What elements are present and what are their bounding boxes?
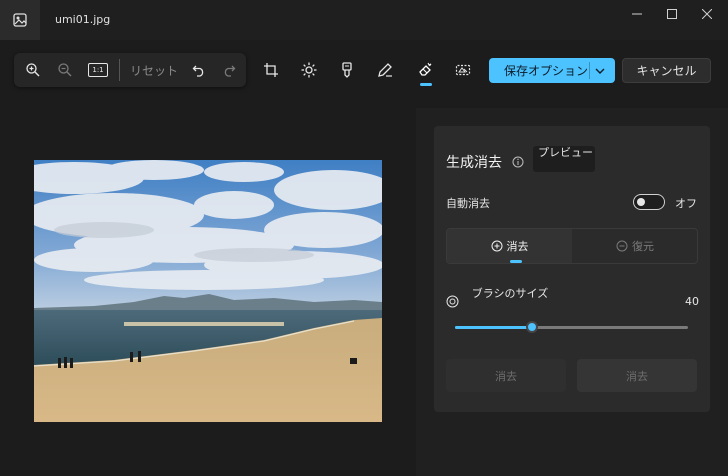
photo-image[interactable]	[34, 160, 382, 422]
cancel-button[interactable]: キャンセル	[622, 58, 711, 83]
info-icon[interactable]	[512, 153, 524, 172]
filter-icon[interactable]	[338, 61, 356, 79]
markup-icon[interactable]	[376, 61, 394, 79]
remove-circle-icon	[616, 240, 628, 252]
maximize-icon[interactable]	[657, 4, 687, 24]
window-title: umi01.jpg	[55, 13, 111, 26]
brush-size-value: 40	[685, 295, 699, 308]
erase-apply-button[interactable]: 消去	[577, 359, 697, 392]
toggle-knob	[637, 198, 645, 206]
auto-erase-label: 自動消去	[446, 197, 490, 210]
minimize-icon[interactable]	[622, 4, 652, 24]
zoom-toolbar: 1:1 リセット	[14, 53, 246, 87]
active-tool-indicator	[420, 83, 432, 86]
erase-button-label: 消去	[495, 369, 517, 383]
actual-size-label: 1:1	[88, 63, 108, 77]
panel-title: 生成消去	[446, 155, 502, 171]
mode-erase-tab[interactable]: 消去	[447, 229, 572, 263]
brush-size-slider-fill	[455, 326, 532, 329]
save-options-label: 保存オプション	[504, 64, 589, 78]
preview-badge: プレビュー	[533, 146, 595, 172]
adjust-icon[interactable]	[300, 61, 318, 79]
brush-size-slider-thumb[interactable]	[526, 321, 538, 333]
auto-erase-toggle[interactable]	[633, 194, 665, 210]
erase-icon[interactable]	[416, 61, 434, 79]
close-icon[interactable]	[692, 4, 722, 24]
save-divider	[589, 62, 590, 79]
erase-apply-label: 消去	[626, 369, 648, 383]
reset-button[interactable]: リセット	[130, 62, 178, 79]
undo-icon[interactable]	[190, 61, 208, 79]
background-icon[interactable]	[454, 61, 472, 79]
crop-icon[interactable]	[262, 61, 280, 79]
toolbar-divider	[119, 59, 120, 81]
zoom-out-icon[interactable]	[56, 61, 74, 79]
save-options-button[interactable]: 保存オプション	[489, 58, 615, 83]
chevron-down-icon[interactable]	[593, 64, 607, 81]
zoom-in-icon[interactable]	[24, 61, 42, 79]
mode-segmented-control: 消去 復元	[446, 228, 698, 264]
erase-button-disabled[interactable]: 消去	[446, 359, 566, 392]
mode-restore-tab[interactable]: 復元	[573, 229, 697, 263]
actual-size-button[interactable]: 1:1	[86, 61, 110, 79]
auto-erase-state: オフ	[675, 197, 697, 210]
add-circle-icon	[491, 240, 502, 252]
mode-restore-label: 復元	[632, 240, 654, 253]
cancel-label: キャンセル	[636, 64, 697, 78]
redo-icon[interactable]	[220, 61, 238, 79]
title-bar: umi01.jpg	[0, 0, 728, 40]
photos-app-icon	[0, 0, 40, 40]
brush-size-icon	[446, 293, 459, 312]
active-mode-indicator	[510, 260, 522, 263]
brush-size-label: ブラシのサイズ	[471, 287, 549, 300]
mode-erase-label: 消去	[506, 240, 529, 253]
